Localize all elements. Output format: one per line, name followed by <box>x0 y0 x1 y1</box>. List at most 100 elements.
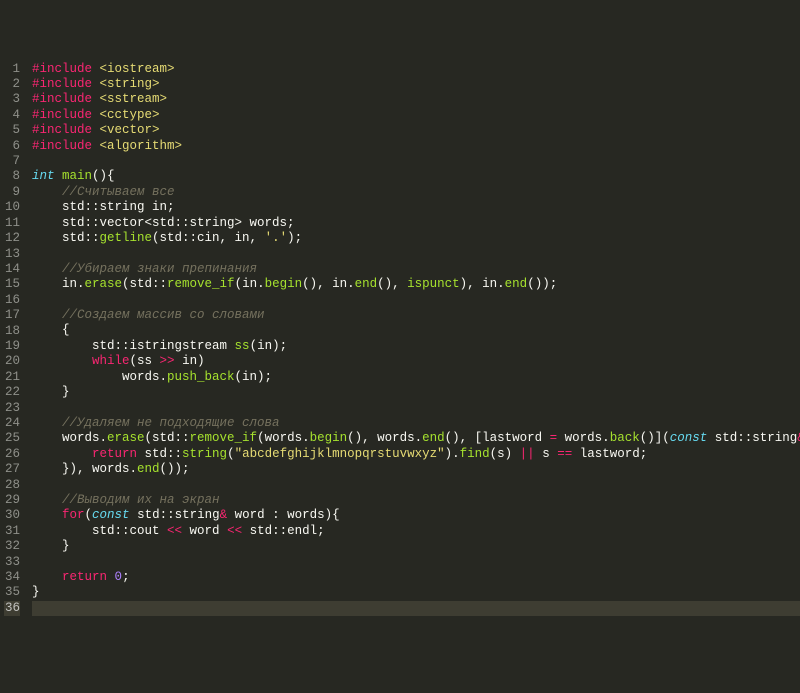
token-fn: end <box>137 462 160 476</box>
token-punc: (std::cin, in, <box>152 231 265 245</box>
token-punc: ); <box>287 231 302 245</box>
token-fn: ispunct <box>407 277 460 291</box>
line-number: 26 <box>4 447 20 462</box>
line-number: 1 <box>4 62 20 77</box>
code-line[interactable]: #include <cctype> <box>32 108 800 123</box>
token-punc: (std:: <box>122 277 167 291</box>
code-line[interactable]: //Убираем знаки препинания <box>32 262 800 277</box>
line-number: 32 <box>4 539 20 554</box>
code-line[interactable]: std::vector<std::string> words; <box>32 216 800 231</box>
code-line[interactable] <box>32 246 800 261</box>
code-line[interactable] <box>32 478 800 493</box>
line-number: 13 <box>4 247 20 262</box>
line-number: 15 <box>4 277 20 292</box>
code-line[interactable]: //Удаляем не подходящие слова <box>32 416 800 431</box>
code-line[interactable]: std::string in; <box>32 200 800 215</box>
line-number: 30 <box>4 508 20 523</box>
line-number: 5 <box>4 123 20 138</box>
code-line[interactable]: #include <sstream> <box>32 92 800 107</box>
code-line[interactable]: #include <string> <box>32 77 800 92</box>
token-punc: ()); <box>160 462 190 476</box>
token-punc: std::cout <box>32 524 167 538</box>
line-number: 9 <box>4 185 20 200</box>
token-punc <box>32 262 62 276</box>
token-punc: words. <box>32 370 167 384</box>
token-fn: main <box>62 169 92 183</box>
code-line[interactable] <box>32 555 800 570</box>
code-line[interactable]: std::getline(std::cin, in, '.'); <box>32 231 800 246</box>
token-punc <box>55 169 63 183</box>
token-punc <box>32 570 62 584</box>
token-punc: in) <box>175 354 205 368</box>
line-number-gutter: 1234567891011121314151617181920212223242… <box>0 62 28 617</box>
code-line[interactable]: } <box>32 585 800 600</box>
code-line[interactable]: #include <iostream> <box>32 62 800 77</box>
line-number: 7 <box>4 154 20 169</box>
code-line[interactable]: } <box>32 385 800 400</box>
code-line[interactable]: #include <algorithm> <box>32 139 800 154</box>
token-punc: ( <box>227 447 235 461</box>
token-punc: ), in. <box>460 277 505 291</box>
line-number: 27 <box>4 462 20 477</box>
code-line[interactable]: return std::string("abcdefghijklmnopqrst… <box>32 447 800 462</box>
token-punc <box>107 570 115 584</box>
token-punc: in. <box>32 277 85 291</box>
line-number: 17 <box>4 308 20 323</box>
code-line[interactable]: std::cout << word << std::endl; <box>32 524 800 539</box>
code-line[interactable] <box>32 401 800 416</box>
token-punc <box>92 139 100 153</box>
token-punc: (std:: <box>145 431 190 445</box>
line-number: 16 <box>4 293 20 308</box>
token-com: //Удаляем не подходящие слова <box>62 416 280 430</box>
code-line[interactable]: int main(){ <box>32 169 800 184</box>
code-line[interactable]: }), words.end()); <box>32 462 800 477</box>
code-area[interactable]: #include <iostream>#include <string>#inc… <box>28 62 800 617</box>
token-kw: return <box>92 447 137 461</box>
code-line[interactable]: } <box>32 539 800 554</box>
token-fn: end <box>422 431 445 445</box>
code-editor[interactable]: 1234567891011121314151617181920212223242… <box>0 62 800 617</box>
token-fn: string <box>182 447 227 461</box>
line-number: 34 <box>4 570 20 585</box>
line-number: 29 <box>4 493 20 508</box>
line-number: 6 <box>4 139 20 154</box>
token-punc <box>92 108 100 122</box>
code-line[interactable]: words.push_back(in); <box>32 370 800 385</box>
line-number: 28 <box>4 478 20 493</box>
token-punc: std::endl; <box>242 524 325 538</box>
token-punc: ( <box>85 508 93 522</box>
code-line[interactable]: { <box>32 323 800 338</box>
code-line[interactable]: while(ss >> in) <box>32 354 800 369</box>
token-punc: lastword; <box>572 447 647 461</box>
code-line[interactable]: //Выводим их на экран <box>32 493 800 508</box>
line-number: 3 <box>4 92 20 107</box>
token-punc <box>32 508 62 522</box>
token-kw: #include <box>32 123 92 137</box>
code-line[interactable]: #include <vector> <box>32 123 800 138</box>
code-line[interactable] <box>32 601 800 616</box>
token-str: <iostream> <box>100 62 175 76</box>
code-line[interactable] <box>32 154 800 169</box>
token-punc: word : words){ <box>227 508 340 522</box>
code-line[interactable] <box>32 293 800 308</box>
code-line[interactable]: //Считываем все <box>32 185 800 200</box>
token-fn: end <box>355 277 378 291</box>
code-line[interactable]: std::istringstream ss(in); <box>32 339 800 354</box>
token-punc: (), [lastword <box>445 431 550 445</box>
token-punc: } <box>32 585 40 599</box>
token-punc <box>32 354 92 368</box>
token-punc <box>92 92 100 106</box>
token-punc: s <box>535 447 558 461</box>
code-line[interactable]: words.erase(std::remove_if(words.begin()… <box>32 431 800 446</box>
token-punc: (in. <box>235 277 265 291</box>
token-punc: (in); <box>250 339 288 353</box>
code-line[interactable]: for(const std::string& word : words){ <box>32 508 800 523</box>
token-fn: push_back <box>167 370 235 384</box>
code-line[interactable]: //Создаем массив со словами <box>32 308 800 323</box>
code-line[interactable]: in.erase(std::remove_if(in.begin(), in.e… <box>32 277 800 292</box>
code-line[interactable]: return 0; <box>32 570 800 585</box>
token-fn: erase <box>107 431 145 445</box>
token-punc <box>92 62 100 76</box>
token-kw: return <box>62 570 107 584</box>
token-str: <cctype> <box>100 108 160 122</box>
